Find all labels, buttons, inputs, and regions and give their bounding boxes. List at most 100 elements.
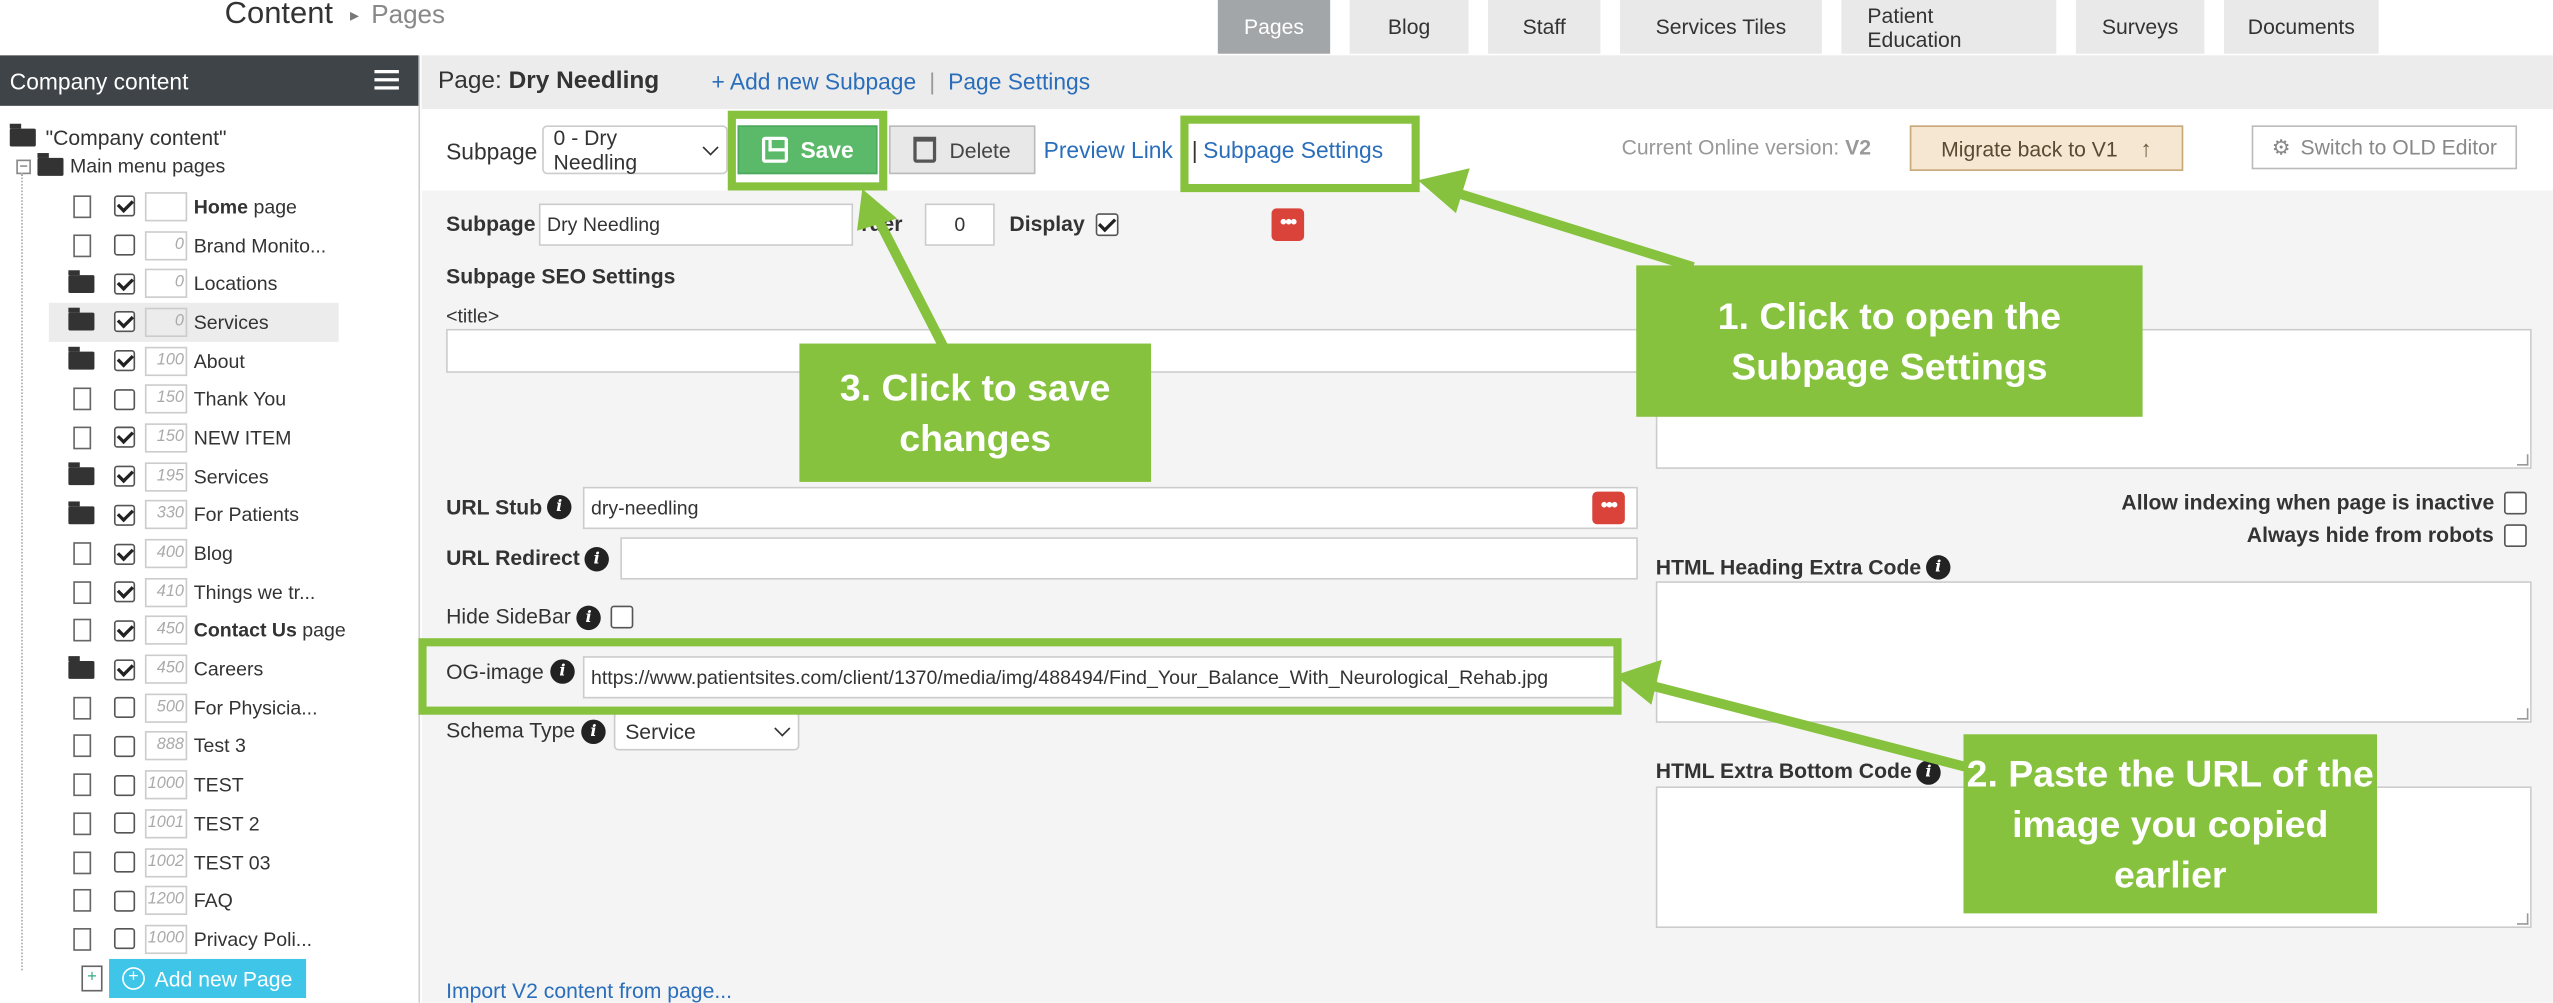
display-checkbox[interactable] bbox=[1095, 213, 1119, 237]
tree-item[interactable]: 400 Blog bbox=[49, 534, 420, 573]
tab-patient-education[interactable]: Patient Education bbox=[1841, 0, 2057, 54]
info-icon[interactable]: i bbox=[1926, 555, 1951, 580]
tree-item-checkbox[interactable] bbox=[113, 581, 136, 603]
migrate-v1-button[interactable]: Migrate back to V1 ↑ bbox=[1909, 125, 2184, 171]
breadcrumb-content[interactable]: Content bbox=[225, 0, 333, 33]
tree-item-order[interactable]: 410 bbox=[144, 577, 188, 607]
tree-item-order[interactable] bbox=[144, 191, 188, 222]
tree-item-order[interactable]: 150 bbox=[144, 423, 188, 453]
info-icon[interactable]: i bbox=[584, 547, 609, 572]
subpage-select[interactable]: 0 - Dry Needling bbox=[542, 125, 728, 175]
subpage-name-input[interactable]: Dry Needling bbox=[538, 203, 854, 246]
tree-main-menu[interactable]: − Main menu pages bbox=[16, 152, 225, 177]
tree-item-order[interactable]: 1200 bbox=[144, 886, 188, 916]
info-icon[interactable]: i bbox=[1916, 760, 1941, 785]
schema-type-select[interactable]: Service bbox=[613, 711, 800, 751]
hide-sidebar-checkbox[interactable] bbox=[610, 605, 634, 629]
url-redirect-input[interactable] bbox=[620, 537, 1638, 580]
tree-item-checkbox[interactable] bbox=[113, 195, 136, 218]
tree-item-checkbox[interactable] bbox=[113, 851, 136, 873]
tree-item-order[interactable]: 500 bbox=[144, 693, 188, 723]
tree-item-order[interactable]: 330 bbox=[144, 500, 188, 530]
tree-item[interactable]: 1000 Privacy Poli... bbox=[49, 920, 420, 959]
tree-item-order[interactable]: 100 bbox=[144, 346, 188, 376]
tree-item-checkbox[interactable] bbox=[113, 311, 136, 333]
more-options-icon[interactable]: ••• bbox=[1271, 208, 1305, 241]
hamburger-menu-icon[interactable] bbox=[374, 70, 399, 90]
preview-link[interactable]: Preview Link bbox=[1044, 137, 1173, 163]
tree-item-order[interactable]: 888 bbox=[144, 731, 188, 762]
tree-item-checkbox[interactable] bbox=[113, 465, 136, 488]
tree-item-checkbox[interactable] bbox=[113, 350, 136, 372]
tree-item-checkbox[interactable] bbox=[113, 543, 136, 565]
tree-item-checkbox[interactable] bbox=[113, 697, 136, 719]
tree-item-order[interactable]: 0 bbox=[144, 230, 188, 260]
tree-item[interactable]: 330 For Patients bbox=[49, 496, 420, 535]
tree-item-checkbox[interactable] bbox=[113, 273, 136, 295]
tree-item[interactable]: 100 About bbox=[49, 341, 420, 380]
tree-item-checkbox[interactable] bbox=[113, 658, 136, 680]
tree-item[interactable]: 195 Services bbox=[49, 457, 420, 496]
info-icon[interactable]: i bbox=[576, 605, 601, 631]
tab-pages[interactable]: Pages bbox=[1217, 0, 1331, 54]
tree-item[interactable]: 0 Locations bbox=[49, 264, 420, 303]
import-v2-link[interactable]: Import V2 content from page... bbox=[446, 978, 732, 1002]
info-icon[interactable]: i bbox=[581, 719, 606, 745]
tree-item[interactable]: 0 Brand Monito... bbox=[49, 226, 420, 265]
tree-item-order[interactable]: 0 bbox=[144, 268, 188, 299]
tree-item[interactable]: 150 NEW ITEM bbox=[49, 419, 420, 458]
tab-documents[interactable]: Documents bbox=[2223, 0, 2379, 54]
tree-item-order[interactable]: 450 bbox=[144, 616, 188, 646]
tree-item[interactable]: 450 Careers bbox=[49, 650, 420, 689]
always-hide-checkbox[interactable] bbox=[2504, 524, 2527, 548]
tree-item-checkbox[interactable] bbox=[113, 890, 136, 912]
html-heading-textarea[interactable] bbox=[1655, 581, 2532, 723]
url-stub-input[interactable]: dry-needling bbox=[582, 486, 1638, 530]
info-icon[interactable]: i bbox=[547, 494, 572, 520]
tree-item[interactable]: Home page bbox=[49, 187, 420, 226]
tree-item[interactable]: 1200 FAQ bbox=[49, 881, 420, 920]
tree-item-checkbox[interactable] bbox=[113, 774, 136, 796]
tree-item[interactable]: 1000 TEST bbox=[49, 766, 420, 805]
order-input[interactable]: 0 bbox=[924, 203, 995, 246]
tree-item[interactable]: 0 Services bbox=[48, 302, 339, 342]
tab-blog[interactable]: Blog bbox=[1349, 0, 1469, 54]
tree-item-order[interactable]: 450 bbox=[144, 654, 188, 684]
tree-item[interactable]: 1002 TEST 03 bbox=[49, 843, 420, 882]
page-settings-link[interactable]: Page Settings bbox=[948, 68, 1090, 94]
tree-item-order[interactable]: 1001 bbox=[144, 808, 188, 839]
tree-item-order[interactable]: 1000 bbox=[144, 924, 188, 954]
switch-old-editor-button[interactable]: ⚙ Switch to OLD Editor bbox=[2251, 125, 2518, 170]
tree-item-checkbox[interactable] bbox=[113, 735, 136, 758]
tab-staff[interactable]: Staff bbox=[1488, 0, 1601, 54]
tree-item-checkbox[interactable] bbox=[113, 812, 136, 835]
tree-root[interactable]: "Company content" bbox=[9, 123, 227, 150]
allow-indexing-checkbox[interactable] bbox=[2504, 491, 2527, 515]
tree-item-checkbox[interactable] bbox=[113, 928, 136, 950]
tree-item[interactable]: 1001 TEST 2 bbox=[49, 804, 420, 843]
tree-item-order[interactable]: 1000 bbox=[144, 770, 188, 800]
tree-item-checkbox[interactable] bbox=[113, 504, 136, 526]
tree-item-order[interactable]: 195 bbox=[144, 461, 188, 492]
tree-item-order[interactable]: 400 bbox=[144, 538, 188, 569]
tree-item-order[interactable]: 150 bbox=[144, 384, 188, 414]
tree-item-checkbox[interactable] bbox=[113, 427, 136, 449]
tree-item-checkbox[interactable] bbox=[113, 388, 136, 410]
tree-item[interactable]: 450 Contact Us page bbox=[49, 611, 420, 650]
tree-item-checkbox[interactable] bbox=[113, 620, 136, 642]
tree-item[interactable]: 500 For Physicia... bbox=[49, 689, 420, 728]
callout-paste-url: 2. Paste the URL of the image you copied… bbox=[1963, 734, 2378, 914]
tab-services-tiles[interactable]: Services Tiles bbox=[1619, 0, 1822, 54]
tree-item[interactable]: 410 Things we tr... bbox=[49, 573, 420, 612]
tree-item[interactable]: 888 Test 3 bbox=[49, 727, 420, 766]
tree-item[interactable]: 150 Thank You bbox=[49, 380, 420, 419]
tab-surveys[interactable]: Surveys bbox=[2075, 0, 2205, 54]
collapse-icon[interactable]: − bbox=[16, 158, 31, 174]
tree-item-checkbox[interactable] bbox=[113, 234, 136, 256]
add-subpage-link[interactable]: + Add new Subpage bbox=[711, 68, 916, 94]
add-new-page-button[interactable]: + Add new Page bbox=[109, 958, 307, 999]
tree-item-order[interactable]: 1002 bbox=[144, 847, 188, 877]
tree-item-order[interactable]: 0 bbox=[144, 307, 188, 337]
more-options-icon[interactable]: ••• bbox=[1592, 491, 1625, 525]
delete-button[interactable]: Delete bbox=[888, 125, 1036, 175]
